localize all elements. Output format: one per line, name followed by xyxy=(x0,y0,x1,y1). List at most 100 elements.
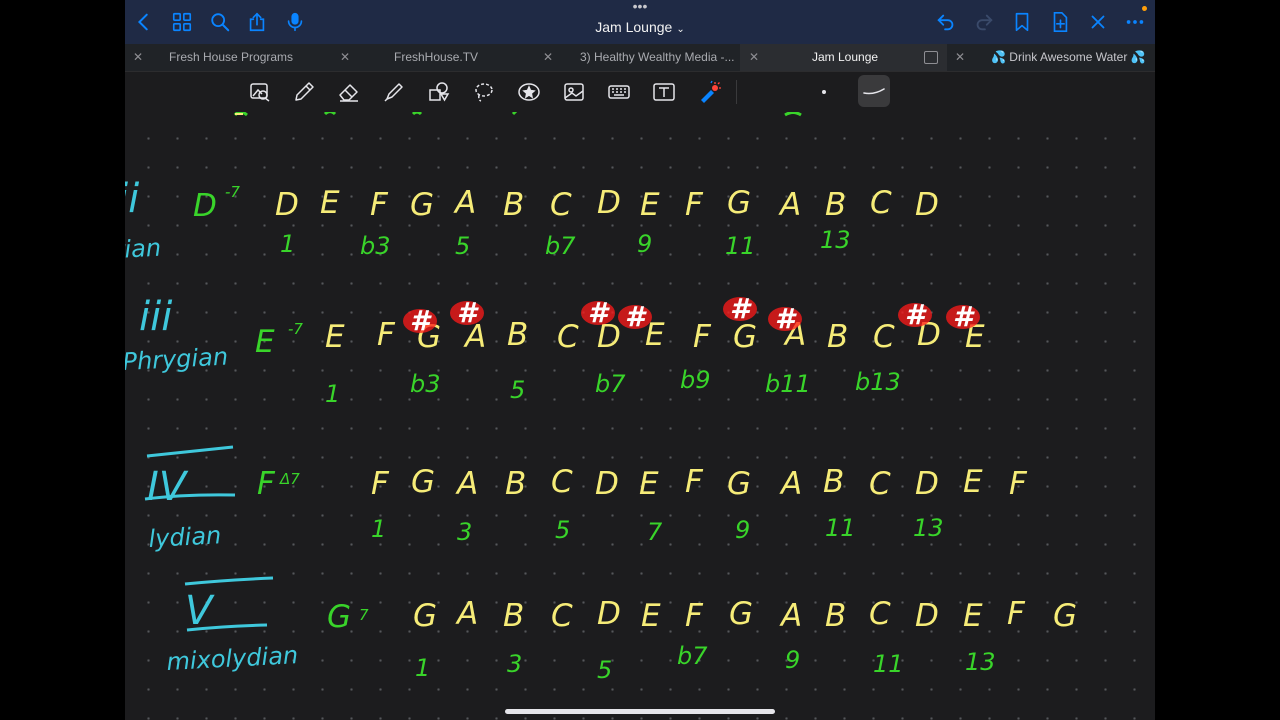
scale-note: D xyxy=(915,187,939,223)
scale-note: F xyxy=(1007,596,1026,632)
scale-note: F xyxy=(693,319,712,355)
roman-numeral: iii xyxy=(139,294,172,340)
sharp-symbol: # xyxy=(953,300,975,333)
tab-drink-awesome-water[interactable]: ✕ 💦 Drink Awesome Water 💦 xyxy=(947,44,1155,71)
scale-note: D xyxy=(597,185,621,221)
interval-label: 1 xyxy=(325,380,340,408)
scale-rows: iirianD-7DEFGABCDEFGABCD1b35b791113iiiPh… xyxy=(125,176,1077,684)
stroke-size-dot[interactable] xyxy=(811,79,837,105)
interval-label: 9 xyxy=(735,516,750,544)
interval-label: b3 xyxy=(360,232,391,260)
scale-note: F xyxy=(685,598,704,634)
multitasking-dots-icon[interactable]: ••• xyxy=(630,0,650,13)
interval-label: 5 xyxy=(597,656,612,684)
tab-close-icon[interactable]: ✕ xyxy=(543,50,553,64)
interval-label: 3 xyxy=(507,650,522,678)
scale-note: A xyxy=(779,598,802,634)
document-title-text: Jam Lounge xyxy=(595,19,673,35)
scale-note: F xyxy=(685,464,704,500)
top-row-fragment xyxy=(233,112,802,117)
scale-note: G xyxy=(413,598,437,634)
scale-note: C xyxy=(550,187,572,223)
interval-label: 1 xyxy=(371,515,386,543)
interval-label: b13 xyxy=(855,368,901,396)
tab-fresh-house-programs[interactable]: ✕ Fresh House Programs xyxy=(125,44,330,71)
notes-app-window: ••• Jam Lounge ⌄ ✕ Fresh House Programs … xyxy=(125,0,1155,720)
tab-healthy-wealthy-media[interactable]: ✕ 3) Healthy Wealthy Media -... xyxy=(535,44,740,71)
scale-note: B xyxy=(825,187,846,223)
sharp-symbol: # xyxy=(625,300,647,333)
tab-close-icon[interactable]: ✕ xyxy=(340,50,350,64)
shapes-icon[interactable] xyxy=(426,79,452,105)
scale-note: B xyxy=(827,319,848,355)
lasso-icon[interactable] xyxy=(471,79,497,105)
eraser-icon[interactable] xyxy=(336,79,362,105)
tab-jam-lounge[interactable]: ✕ Jam Lounge xyxy=(740,44,947,71)
sharp-symbol: # xyxy=(410,304,432,337)
document-title[interactable]: Jam Lounge ⌄ xyxy=(125,19,1155,35)
tab-close-icon[interactable]: ✕ xyxy=(749,50,759,64)
image-icon[interactable] xyxy=(561,79,587,105)
keyboard-icon[interactable] xyxy=(606,79,632,105)
scale-note: D xyxy=(597,596,621,632)
scale-note: C xyxy=(551,598,573,634)
interval-label: 3 xyxy=(457,518,472,546)
mode-name: mixolydian xyxy=(166,641,299,676)
undo-icon[interactable] xyxy=(933,9,959,35)
lasso-image-icon[interactable] xyxy=(247,79,273,105)
tab-strip: ✕ Fresh House Programs ✕ FreshHouse.TV ✕… xyxy=(125,44,1155,72)
scale-note: G xyxy=(727,185,751,221)
tab-label: Jam Lounge xyxy=(812,50,879,64)
scale-note: B xyxy=(507,317,528,353)
scale-note: G xyxy=(727,466,751,502)
scale-note: A xyxy=(455,596,478,632)
scale-note: B xyxy=(823,464,844,500)
tab-close-icon[interactable]: ✕ xyxy=(133,50,143,64)
interval-label: 11 xyxy=(725,232,756,260)
home-indicator[interactable] xyxy=(505,709,775,714)
roman-numeral: IV xyxy=(147,464,189,510)
interval-label: b3 xyxy=(410,370,441,398)
add-page-icon[interactable] xyxy=(1047,9,1073,35)
highlighter-icon[interactable] xyxy=(381,79,407,105)
tab-freshhouse-tv[interactable]: ✕ FreshHouse.TV xyxy=(330,44,535,71)
interval-label: 5 xyxy=(510,376,525,404)
interval-label: b9 xyxy=(680,366,711,394)
scale-note: C xyxy=(873,319,895,355)
text-icon[interactable] xyxy=(651,79,677,105)
more-icon[interactable] xyxy=(1122,9,1148,35)
roman-numeral: ii xyxy=(125,176,139,222)
scale-note: A xyxy=(779,466,802,502)
bookmark-icon[interactable] xyxy=(1009,9,1035,35)
chord-quality: -7 xyxy=(225,183,240,201)
pen-icon[interactable] xyxy=(291,79,317,105)
redo-icon[interactable] xyxy=(971,9,997,35)
interval-label: 5 xyxy=(555,516,570,544)
split-view-icon[interactable] xyxy=(924,51,938,64)
chord-quality: -7 xyxy=(288,320,303,338)
laser-pointer-icon[interactable] xyxy=(696,79,722,105)
chord-quality: 7 xyxy=(359,606,369,624)
scale-note: D xyxy=(595,466,619,502)
stroke-style-button[interactable] xyxy=(858,75,890,107)
sticker-icon[interactable] xyxy=(516,79,542,105)
sharp-symbol: # xyxy=(775,302,797,335)
chord-symbol: F xyxy=(257,466,276,502)
scale-note: D xyxy=(915,466,939,502)
interval-label: b7 xyxy=(595,370,626,398)
chord-quality: Δ7 xyxy=(279,470,300,488)
interval-label: 11 xyxy=(873,650,904,678)
scale-note: E xyxy=(325,319,345,355)
chord-symbol: G xyxy=(327,599,351,635)
scale-note: F xyxy=(1009,466,1028,502)
close-icon[interactable] xyxy=(1085,9,1111,35)
scale-note: D xyxy=(275,187,299,223)
interval-label: 1 xyxy=(280,230,295,258)
tab-label: FreshHouse.TV xyxy=(394,50,479,64)
interval-label: 5 xyxy=(455,232,470,260)
scale-note: C xyxy=(869,596,891,632)
scale-note: G xyxy=(729,596,753,632)
tab-label: 3) Healthy Wealthy Media -... xyxy=(580,50,735,64)
note-canvas[interactable]: iirianD-7DEFGABCDEFGABCD1b35b791113iiiPh… xyxy=(125,112,1155,720)
tab-close-icon[interactable]: ✕ xyxy=(955,50,965,64)
